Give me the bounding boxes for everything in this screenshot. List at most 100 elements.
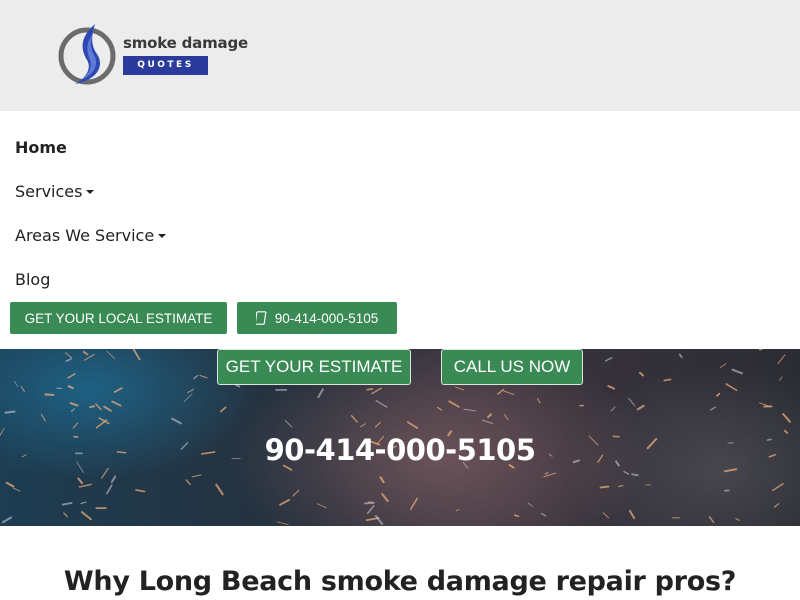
- spark: [110, 475, 117, 484]
- spark: [631, 473, 639, 477]
- spark: [44, 393, 55, 397]
- spark: [4, 410, 16, 414]
- spark: [772, 483, 784, 492]
- spark: [215, 483, 224, 496]
- spark: [65, 358, 72, 362]
- spark: [375, 400, 388, 408]
- spark: [67, 385, 74, 390]
- spark: [604, 357, 613, 362]
- spark: [719, 363, 727, 368]
- spark: [220, 406, 227, 413]
- spark: [40, 413, 46, 422]
- spark: [171, 417, 182, 425]
- spark: [61, 501, 73, 506]
- nav-item-label: Home: [15, 138, 67, 157]
- get-estimate-label: GET YOUR ESTIMATE: [225, 357, 403, 376]
- spark: [366, 388, 374, 391]
- local-estimate-label: GET YOUR LOCAL ESTIMATE: [24, 310, 213, 326]
- spark: [193, 374, 199, 380]
- get-estimate-button[interactable]: GET YOUR ESTIMATE: [217, 349, 411, 385]
- spark: [113, 387, 123, 393]
- spark: [374, 421, 381, 428]
- spark: [185, 479, 191, 486]
- phone-icon: [255, 311, 267, 325]
- spark: [725, 383, 738, 392]
- spark: [602, 512, 609, 519]
- spark: [183, 393, 193, 402]
- spark: [77, 477, 84, 485]
- caret-down-icon: [158, 233, 167, 238]
- spark: [64, 352, 73, 359]
- spark: [628, 397, 636, 407]
- spark: [80, 501, 87, 505]
- spark: [379, 476, 385, 484]
- spark: [103, 405, 112, 412]
- spark: [708, 516, 715, 523]
- nav-item-blog[interactable]: Blog: [15, 270, 50, 289]
- spark: [407, 421, 419, 429]
- spark: [67, 373, 76, 379]
- hero-phone-number[interactable]: 90-414-000-5105: [0, 433, 800, 467]
- spark: [316, 503, 327, 509]
- spark: [497, 388, 505, 395]
- spark: [773, 503, 780, 508]
- spark: [63, 512, 69, 518]
- spark: [731, 368, 744, 375]
- spark: [448, 400, 460, 408]
- spark: [82, 350, 89, 356]
- nav-item-label: Areas We Service: [15, 226, 155, 245]
- spark: [463, 408, 476, 412]
- logo[interactable]: smoke damage QUOTES: [57, 20, 248, 88]
- spark: [638, 371, 645, 377]
- hero-banner: GET YOUR ESTIMATE CALL US NOW 90-414-000…: [0, 349, 800, 526]
- spark: [277, 521, 289, 526]
- spark: [191, 474, 202, 478]
- spark: [487, 413, 493, 419]
- spark: [14, 380, 18, 387]
- spark: [723, 468, 738, 473]
- spark: [371, 387, 383, 395]
- spark: [503, 390, 515, 395]
- section-title: Why Long Beach smoke damage repair pros?: [63, 566, 737, 597]
- call-us-button[interactable]: CALL US NOW: [441, 349, 583, 385]
- nav-item-services[interactable]: Services: [15, 182, 95, 201]
- spark: [610, 406, 616, 412]
- spark: [678, 353, 683, 359]
- spark: [544, 471, 549, 475]
- spark: [69, 402, 79, 407]
- spark: [663, 378, 672, 382]
- spark: [317, 388, 324, 399]
- spark: [536, 398, 541, 404]
- spark: [132, 349, 141, 361]
- spark: [777, 354, 786, 365]
- spark: [72, 422, 79, 429]
- flame-logo-icon: [58, 24, 116, 85]
- spark: [381, 493, 389, 503]
- spark: [187, 388, 195, 394]
- nav-item-home[interactable]: Home: [15, 138, 67, 157]
- spark: [199, 374, 208, 379]
- spark: [292, 489, 300, 497]
- call-us-label: CALL US NOW: [453, 357, 571, 376]
- nav-item-areas[interactable]: Areas We Service: [15, 226, 167, 245]
- spark: [618, 484, 624, 488]
- caret-down-icon: [86, 189, 95, 194]
- spark: [284, 419, 293, 428]
- spark: [636, 404, 645, 411]
- spark: [70, 408, 75, 413]
- local-estimate-button[interactable]: GET YOUR LOCAL ESTIMATE: [10, 302, 227, 334]
- spark: [111, 400, 122, 407]
- phone-button[interactable]: 90-414-000-5105: [237, 302, 397, 334]
- spark: [364, 501, 375, 505]
- spark: [513, 514, 520, 518]
- spark: [527, 502, 533, 507]
- spark: [101, 467, 109, 479]
- spark: [782, 413, 791, 423]
- spark: [599, 485, 610, 489]
- phone-button-label: 90-414-000-5105: [274, 310, 379, 326]
- spark: [1, 516, 13, 524]
- spark: [607, 384, 616, 390]
- spark: [360, 423, 366, 428]
- spark: [481, 419, 493, 424]
- spark: [455, 386, 465, 391]
